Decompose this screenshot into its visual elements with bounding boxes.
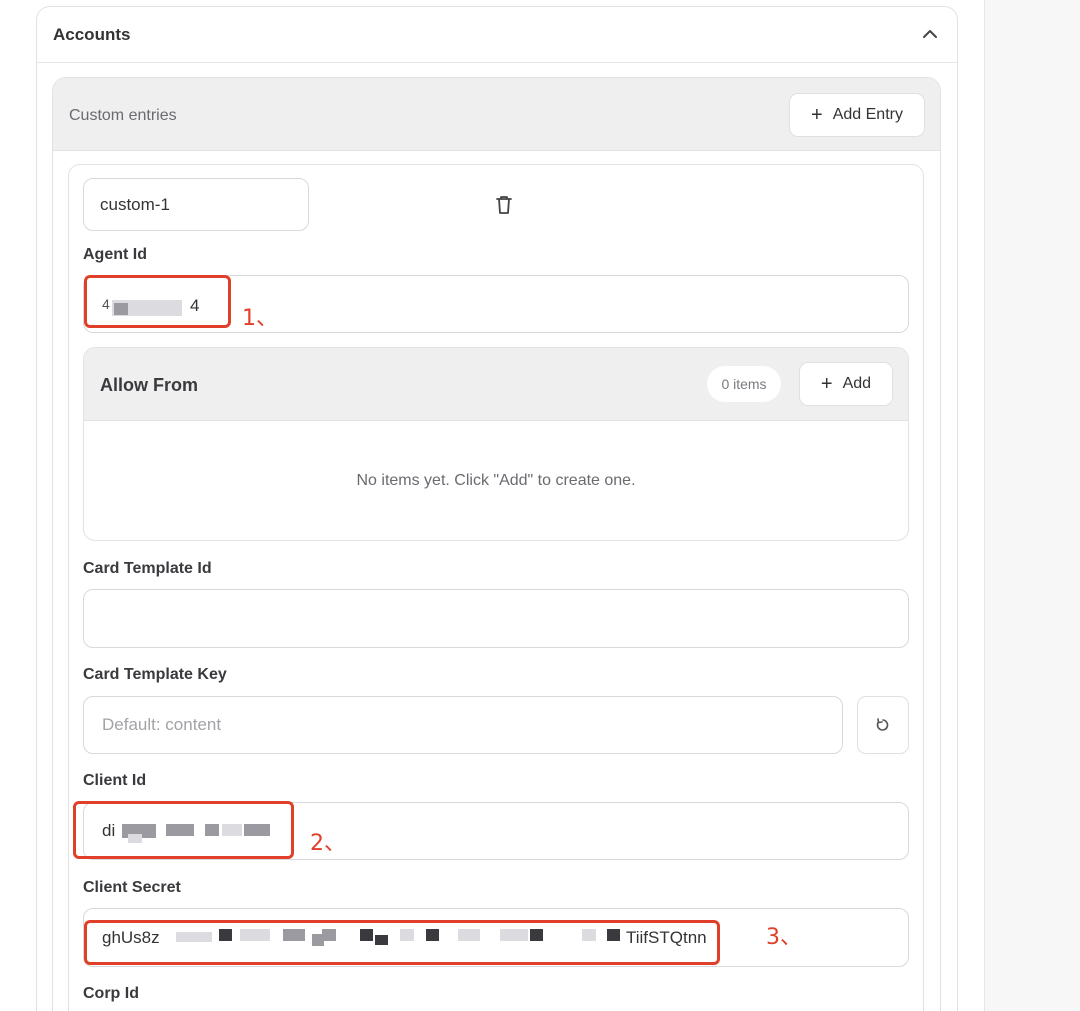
redacted-block <box>426 929 439 941</box>
redacted-block <box>582 929 596 941</box>
redacted-block <box>400 929 414 941</box>
allow-from-panel: Allow From 0 items + Add No items yet. C… <box>83 347 909 541</box>
redacted-block <box>458 929 480 941</box>
redacted-block <box>176 932 212 942</box>
redacted-block <box>240 929 270 941</box>
redacted-block <box>114 303 128 315</box>
client-secret-label: Client Secret <box>83 879 181 896</box>
annotation-number-2: 2、 <box>310 831 346 856</box>
reset-icon <box>876 718 889 731</box>
custom-entries-header: Custom entries + Add Entry <box>53 78 940 151</box>
redacted-block <box>530 929 543 941</box>
agent-id-input[interactable]: 4 <box>83 275 909 333</box>
redacted-block <box>322 929 336 941</box>
plus-icon: + <box>811 104 823 126</box>
entry-name-value: custom-1 <box>100 194 170 214</box>
items-count-badge: 0 items <box>707 366 781 402</box>
redacted-block <box>128 834 142 843</box>
corp-id-label: Corp Id <box>83 985 139 1002</box>
plus-icon: + <box>820 373 833 395</box>
add-entry-label: Add Entry <box>832 106 903 123</box>
client-id-label: Client Id <box>83 772 147 789</box>
client-secret-value-start: ghUs8z <box>102 927 160 947</box>
redacted-block <box>500 929 528 941</box>
agent-id-label: Agent Id <box>83 246 147 263</box>
add-allow-button[interactable]: + Add <box>799 362 893 406</box>
trash-icon[interactable] <box>494 194 514 216</box>
redacted-block <box>283 929 305 941</box>
add-entry-button[interactable]: + Add Entry <box>789 93 925 137</box>
redacted-block <box>607 929 620 941</box>
empty-state-text: No items yet. Click "Add" to create one. <box>356 472 636 489</box>
agent-id-value-end: 4 <box>190 296 200 315</box>
redacted-block <box>140 301 164 315</box>
accounts-header[interactable]: Accounts <box>37 7 957 63</box>
add-allow-label: Add <box>842 375 872 392</box>
card-template-key-placeholder: Default: content <box>102 715 222 734</box>
redacted-block <box>360 929 373 941</box>
redacted-block <box>375 935 388 945</box>
redacted-block <box>166 824 194 836</box>
redacted-block <box>244 824 270 836</box>
allow-from-header: Allow From 0 items + Add <box>84 348 908 421</box>
annotation-number-3: 3、 <box>766 925 802 950</box>
redacted-block <box>222 824 242 836</box>
card-template-id-input[interactable] <box>83 589 909 648</box>
redacted-block <box>219 929 232 941</box>
custom-entries-title: Custom entries <box>69 107 177 124</box>
card-template-id-label: Card Template Id <box>83 560 212 577</box>
client-id-value-start: di <box>102 821 116 840</box>
allow-from-title: Allow From <box>100 375 198 395</box>
client-secret-value-end: TiifSTQtnn <box>626 928 707 947</box>
reset-button[interactable] <box>857 696 909 754</box>
annotation-number-1: 1、 <box>242 306 278 331</box>
accounts-title: Accounts <box>53 25 131 44</box>
chevron-up-icon[interactable] <box>921 25 939 43</box>
agent-id-value-start: 4 <box>102 296 110 312</box>
card-template-key-label: Card Template Key <box>83 666 227 683</box>
entry-name-input[interactable]: custom-1 <box>83 178 309 231</box>
redacted-block <box>205 824 219 836</box>
card-template-key-input[interactable]: Default: content <box>83 696 843 754</box>
